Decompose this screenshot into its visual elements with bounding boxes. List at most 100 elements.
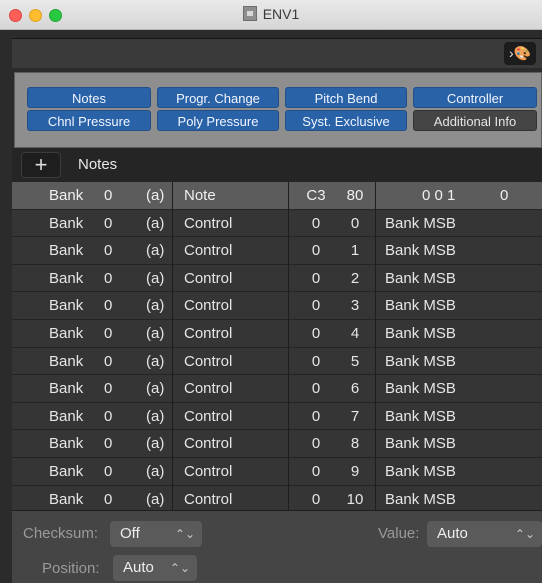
cell-type: Control: [184, 324, 233, 342]
checksum-select[interactable]: Off ⌃⌄: [110, 521, 202, 547]
cell-value2: 1: [350, 242, 360, 260]
column-divider: [375, 182, 376, 510]
cell-port: (a): [146, 380, 165, 398]
cell-type: Control: [184, 214, 233, 232]
column-divider: [172, 182, 173, 510]
position-value: Auto: [123, 559, 154, 576]
position-label: Position:: [42, 560, 100, 577]
filter-channel-pressure-button[interactable]: Chnl Pressure: [27, 110, 151, 131]
cell-value1: 0: [311, 490, 321, 508]
position-select[interactable]: Auto ⌃⌄: [113, 555, 197, 581]
cell-channel: 0: [104, 407, 113, 425]
cell-value1: C3: [306, 187, 326, 204]
cell-type: Control: [184, 380, 233, 398]
cell-port: (a): [146, 242, 165, 260]
filter-system-exclusive-button[interactable]: Syst. Exclusive: [285, 110, 407, 131]
cell-channel: 0: [104, 242, 113, 260]
cell-channel: 0: [104, 297, 113, 315]
event-type-label: Notes: [78, 156, 118, 173]
event-row[interactable]: Bank 0 (a) Control 0 4 Bank MSB: [12, 319, 542, 348]
event-list[interactable]: Bank 0 (a) Note C3 80 0 0 1 0 Bank 0 (a) Co…: [12, 182, 542, 510]
document-icon: [242, 6, 257, 21]
checksum-label: Checksum:: [23, 525, 99, 542]
stepper-arrows-icon: ⌃⌄: [169, 561, 190, 575]
column-divider: [288, 182, 289, 510]
event-row[interactable]: Bank 0 (a) Control 0 8 Bank MSB: [12, 430, 542, 458]
cell-port: (a): [146, 187, 165, 204]
cell-bank: Bank: [49, 462, 84, 480]
toolbar: ›🎨: [12, 38, 542, 68]
value-label: Value:: [378, 525, 420, 542]
cell-info: Bank MSB: [385, 242, 456, 260]
event-row[interactable]: Bank 0 (a) Control 0 7 Bank MSB: [12, 402, 542, 431]
cell-value2: 8: [350, 435, 360, 453]
cell-value1: 0: [311, 297, 321, 315]
cell-channel: 0: [104, 324, 113, 342]
palette-menu-button[interactable]: ›🎨: [504, 42, 536, 65]
cell-port: (a): [146, 462, 165, 480]
cell-info: Bank MSB: [385, 462, 456, 480]
cell-bank: Bank: [49, 242, 84, 260]
cell-channel: 0: [104, 214, 113, 232]
cell-value1: 0: [311, 462, 321, 480]
cell-value1: 0: [311, 324, 321, 342]
filter-poly-pressure-button[interactable]: Poly Pressure: [157, 110, 279, 131]
cell-info: Bank MSB: [385, 407, 456, 425]
add-event-button[interactable]: +: [21, 152, 61, 178]
cell-value1: 0: [311, 269, 321, 287]
cell-value1: 0: [311, 242, 321, 260]
cell-type: Note: [184, 187, 216, 204]
checksum-value: Off: [120, 525, 140, 542]
filter-additional-info-button[interactable]: Additional Info: [413, 110, 537, 131]
cell-channel: 0: [104, 352, 113, 370]
cell-port: (a): [146, 324, 165, 342]
filter-notes-button[interactable]: Notes: [27, 87, 151, 108]
cell-info: Bank MSB: [385, 269, 456, 287]
cell-value1: 0: [311, 407, 321, 425]
cell-bank: Bank: [49, 269, 84, 287]
cell-bank: Bank: [49, 214, 84, 232]
cell-info: Bank MSB: [385, 380, 456, 398]
cell-info: Bank MSB: [385, 297, 456, 315]
cell-type: Control: [184, 407, 233, 425]
filter-controller-button[interactable]: Controller: [413, 87, 537, 108]
event-row[interactable]: Bank 0 (a) Control 0 2 Bank MSB: [12, 264, 542, 293]
window-titlebar: ENV1: [0, 0, 542, 30]
cell-type: Control: [184, 435, 233, 453]
cell-bank: Bank: [49, 407, 84, 425]
cell-value2: 10: [346, 490, 364, 508]
cell-channel: 0: [104, 269, 113, 287]
stepper-arrows-icon: ⌃⌄: [174, 527, 195, 541]
cell-type: Control: [184, 490, 233, 508]
event-row[interactable]: Bank 0 (a) Control 0 5 Bank MSB: [12, 347, 542, 376]
cell-value2: 3: [350, 297, 360, 315]
event-row[interactable]: Bank 0 (a) Control 0 1 Bank MSB: [12, 237, 542, 265]
event-row[interactable]: Bank 0 (a) Control 0 0 Bank MSB: [12, 209, 542, 238]
cell-type: Control: [184, 269, 233, 287]
cell-value2: 2: [350, 269, 360, 287]
event-list-header: + Notes: [12, 148, 542, 182]
event-row-selected[interactable]: Bank 0 (a) Note C3 80 0 0 1 0: [12, 182, 542, 210]
event-row[interactable]: Bank 0 (a) Control 0 3 Bank MSB: [12, 292, 542, 320]
cell-port: (a): [146, 407, 165, 425]
event-row[interactable]: Bank 0 (a) Control 0 9 Bank MSB: [12, 457, 542, 486]
stepper-arrows-icon: ⌃⌄: [514, 527, 535, 541]
cell-port: (a): [146, 490, 165, 508]
cell-info: Bank MSB: [385, 435, 456, 453]
event-filter-panel: Notes Progr. Change Pitch Bend Controlle…: [14, 72, 542, 148]
filter-program-change-button[interactable]: Progr. Change: [157, 87, 279, 108]
value-select[interactable]: Auto ⌃⌄: [427, 521, 542, 547]
cell-value2: 6: [350, 380, 360, 398]
cell-value1: 0: [311, 380, 321, 398]
cell-value2: 7: [350, 407, 360, 425]
filter-pitch-bend-button[interactable]: Pitch Bend: [285, 87, 407, 108]
event-row[interactable]: Bank 0 (a) Control 0 10 Bank MSB: [12, 485, 542, 510]
cell-value1: 0: [311, 214, 321, 232]
cell-info: Bank MSB: [385, 352, 456, 370]
event-row[interactable]: Bank 0 (a) Control 0 6 Bank MSB: [12, 375, 542, 403]
cell-bank: Bank: [49, 380, 84, 398]
cell-value2: 4: [350, 324, 360, 342]
cell-length-ticks: 0: [500, 187, 509, 204]
settings-panel: Checksum: Off ⌃⌄ Value: Auto ⌃⌄ Position…: [12, 510, 542, 583]
cell-type: Control: [184, 242, 233, 260]
